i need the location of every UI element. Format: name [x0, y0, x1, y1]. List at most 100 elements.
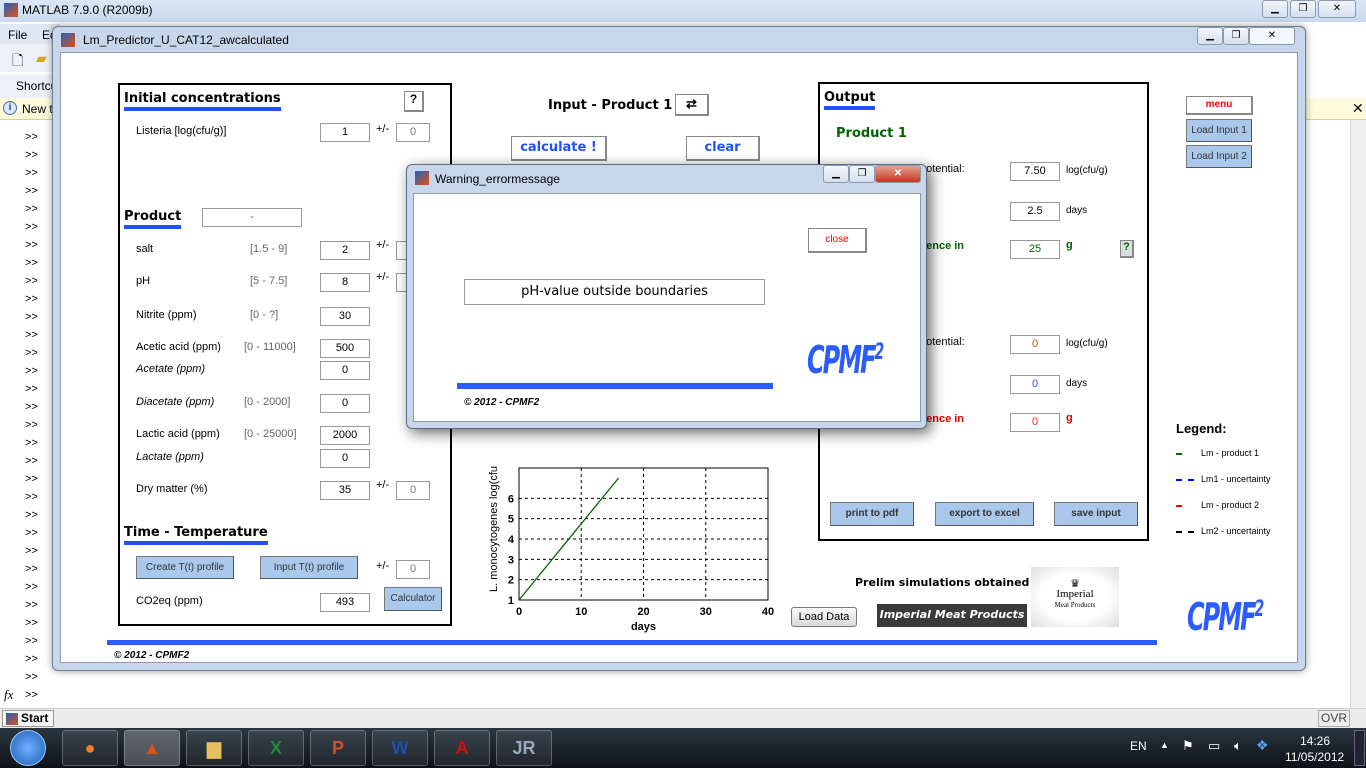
- figure-close-button[interactable]: ✕: [1249, 27, 1295, 45]
- y-tick-label: 4: [508, 534, 515, 546]
- status-bar: Start OVR: [0, 708, 1366, 728]
- matlab-start-icon: [6, 713, 18, 725]
- export-excel-button[interactable]: export to excel: [935, 502, 1034, 526]
- dialog-maximize-button[interactable]: ❐: [849, 165, 875, 183]
- dropbox-icon[interactable]: ❖: [1256, 737, 1269, 754]
- action-center-flag-icon[interactable]: ⚑: [1182, 738, 1194, 754]
- x-tick-label: 20: [637, 606, 649, 618]
- input-profile-button[interactable]: Input T(t) profile: [260, 556, 358, 579]
- close-button[interactable]: close: [808, 228, 867, 253]
- maximize-button[interactable]: ❐: [1290, 0, 1316, 18]
- start-label: Start: [21, 711, 49, 725]
- input-product-title: Input - Product 1: [548, 98, 673, 113]
- swap-product-button[interactable]: ⇄: [675, 94, 709, 116]
- tray-expand-icon[interactable]: ▲: [1160, 740, 1169, 750]
- show-desktop-button[interactable]: [1354, 730, 1365, 766]
- figure-maximize-button[interactable]: ❐: [1223, 27, 1249, 45]
- ovr-indicator: OVR: [1318, 710, 1350, 727]
- warning-dialog: Warning_errormessage ▁ ❐ ✕ close pH-valu…: [406, 164, 927, 429]
- matlab-taskbar-icon[interactable]: ▲: [124, 730, 180, 766]
- powerpoint-icon[interactable]: P: [310, 730, 366, 766]
- info-close-icon[interactable]: ✕: [1352, 100, 1364, 117]
- new-file-icon[interactable]: 🗋: [12, 50, 23, 74]
- load-input-1-button[interactable]: Load Input 1: [1186, 119, 1252, 142]
- initial-title: Initial concentrations: [124, 91, 281, 111]
- listeria-label: Listeria [log(cfu/g)]: [136, 125, 227, 137]
- dialog-close-button[interactable]: ✕: [875, 165, 921, 183]
- menu-button[interactable]: menu: [1186, 96, 1253, 115]
- y-tick-label: 3: [508, 554, 514, 566]
- print-pdf-button[interactable]: print to pdf: [830, 502, 914, 526]
- product-param-input[interactable]: 0: [320, 361, 370, 380]
- product-param-range: [0 - 11000]: [244, 341, 296, 353]
- load-data-button[interactable]: Load Data: [791, 607, 857, 627]
- command-prompt: >>: [25, 599, 38, 611]
- save-input-button[interactable]: save input: [1054, 502, 1138, 526]
- product-param-label: Acetic acid (ppm): [136, 341, 221, 353]
- calculator-button[interactable]: Calculator: [384, 587, 442, 611]
- shortcuts-bar: Shortcu: [0, 74, 60, 98]
- legend-item: Lm1 - uncertainty: [1201, 474, 1271, 484]
- calculate-button[interactable]: calculate !: [511, 136, 607, 161]
- load-input-2-button[interactable]: Load Input 2: [1186, 145, 1252, 168]
- product-param-input[interactable]: 35: [320, 481, 370, 500]
- pm-label: +/-: [376, 239, 390, 251]
- product-param-input[interactable]: 0: [320, 394, 370, 413]
- output-help-button[interactable]: ?: [1120, 240, 1134, 258]
- windows-start-orb[interactable]: [10, 730, 46, 766]
- co2-input[interactable]: 493: [320, 593, 370, 612]
- copyright: © 2012 - CPMF2: [114, 650, 190, 661]
- close-button[interactable]: ✕: [1318, 0, 1356, 18]
- time-uncertainty-input[interactable]: 0: [396, 560, 430, 579]
- p2-days-value: 0: [1010, 375, 1060, 394]
- unit-label: days: [1066, 378, 1088, 389]
- dialog-cpmf2-logo: CPMF2: [807, 338, 884, 383]
- product-param-uncertainty[interactable]: 0: [396, 481, 430, 500]
- minimize-button[interactable]: ▁: [1262, 0, 1288, 18]
- product-param-input[interactable]: 8: [320, 273, 370, 292]
- product-param-input[interactable]: 0: [320, 449, 370, 468]
- command-prompt: >>: [25, 617, 38, 629]
- language-indicator[interactable]: EN: [1130, 739, 1147, 753]
- product-param-input[interactable]: 30: [320, 307, 370, 326]
- dialog-minimize-button[interactable]: ▁: [823, 165, 849, 183]
- excel-icon[interactable]: X: [248, 730, 304, 766]
- co2-label: CO2eq (ppm): [136, 595, 203, 607]
- figure-minimize-button[interactable]: ▁: [1197, 27, 1223, 45]
- command-prompt: >>: [25, 185, 38, 197]
- product-param-input[interactable]: 2000: [320, 426, 370, 445]
- initial-help-button[interactable]: ?: [404, 91, 424, 112]
- product-param-input[interactable]: 500: [320, 339, 370, 358]
- legend-swatch: [1176, 479, 1196, 481]
- listeria-input[interactable]: 1: [320, 123, 370, 142]
- command-prompt: >>: [25, 203, 38, 215]
- menu-file[interactable]: File: [8, 28, 27, 42]
- product-param-input[interactable]: 2: [320, 241, 370, 260]
- firefox-icon[interactable]: ●: [62, 730, 118, 766]
- dialog-title: Warning_errormessage: [435, 172, 560, 186]
- product-name-input[interactable]: -: [202, 208, 302, 227]
- clear-button[interactable]: clear: [686, 136, 760, 161]
- product-param-range: [0 - ?]: [250, 309, 279, 321]
- legend-title: Legend:: [1176, 421, 1227, 436]
- volume-icon[interactable]: 🔈︎: [1234, 738, 1242, 754]
- clock-time[interactable]: 14:26: [1300, 734, 1330, 748]
- network-icon[interactable]: ▭: [1208, 738, 1220, 754]
- jr-app-icon[interactable]: JR: [496, 730, 552, 766]
- start-button[interactable]: Start: [2, 710, 54, 727]
- open-folder-icon[interactable]: ▰: [36, 50, 47, 67]
- acrobat-icon[interactable]: A: [434, 730, 490, 766]
- scrollbar[interactable]: [1350, 120, 1366, 708]
- matlab-titlebar: MATLAB 7.9.0 (R2009b) ▁ ❐ ✕: [0, 0, 1366, 22]
- info-text: New t: [22, 102, 53, 116]
- explorer-icon[interactable]: ▆: [186, 730, 242, 766]
- clock-date[interactable]: 11/05/2012: [1285, 750, 1344, 764]
- create-profile-button[interactable]: Create T(t) profile: [136, 556, 234, 579]
- command-prompt: >>: [25, 275, 38, 287]
- command-prompt: >>: [25, 509, 38, 521]
- p1-growth-value: 7.50: [1010, 162, 1060, 181]
- word-icon[interactable]: W: [372, 730, 428, 766]
- listeria-uncertainty-input[interactable]: 0: [396, 123, 430, 142]
- taskbar: ● ▲ ▆ X P W A JR EN ▲ ⚑ ▭ 🔈︎ ❖ 14:26 11/…: [0, 728, 1366, 768]
- imperial-button[interactable]: Imperial Meat Products: [877, 604, 1027, 627]
